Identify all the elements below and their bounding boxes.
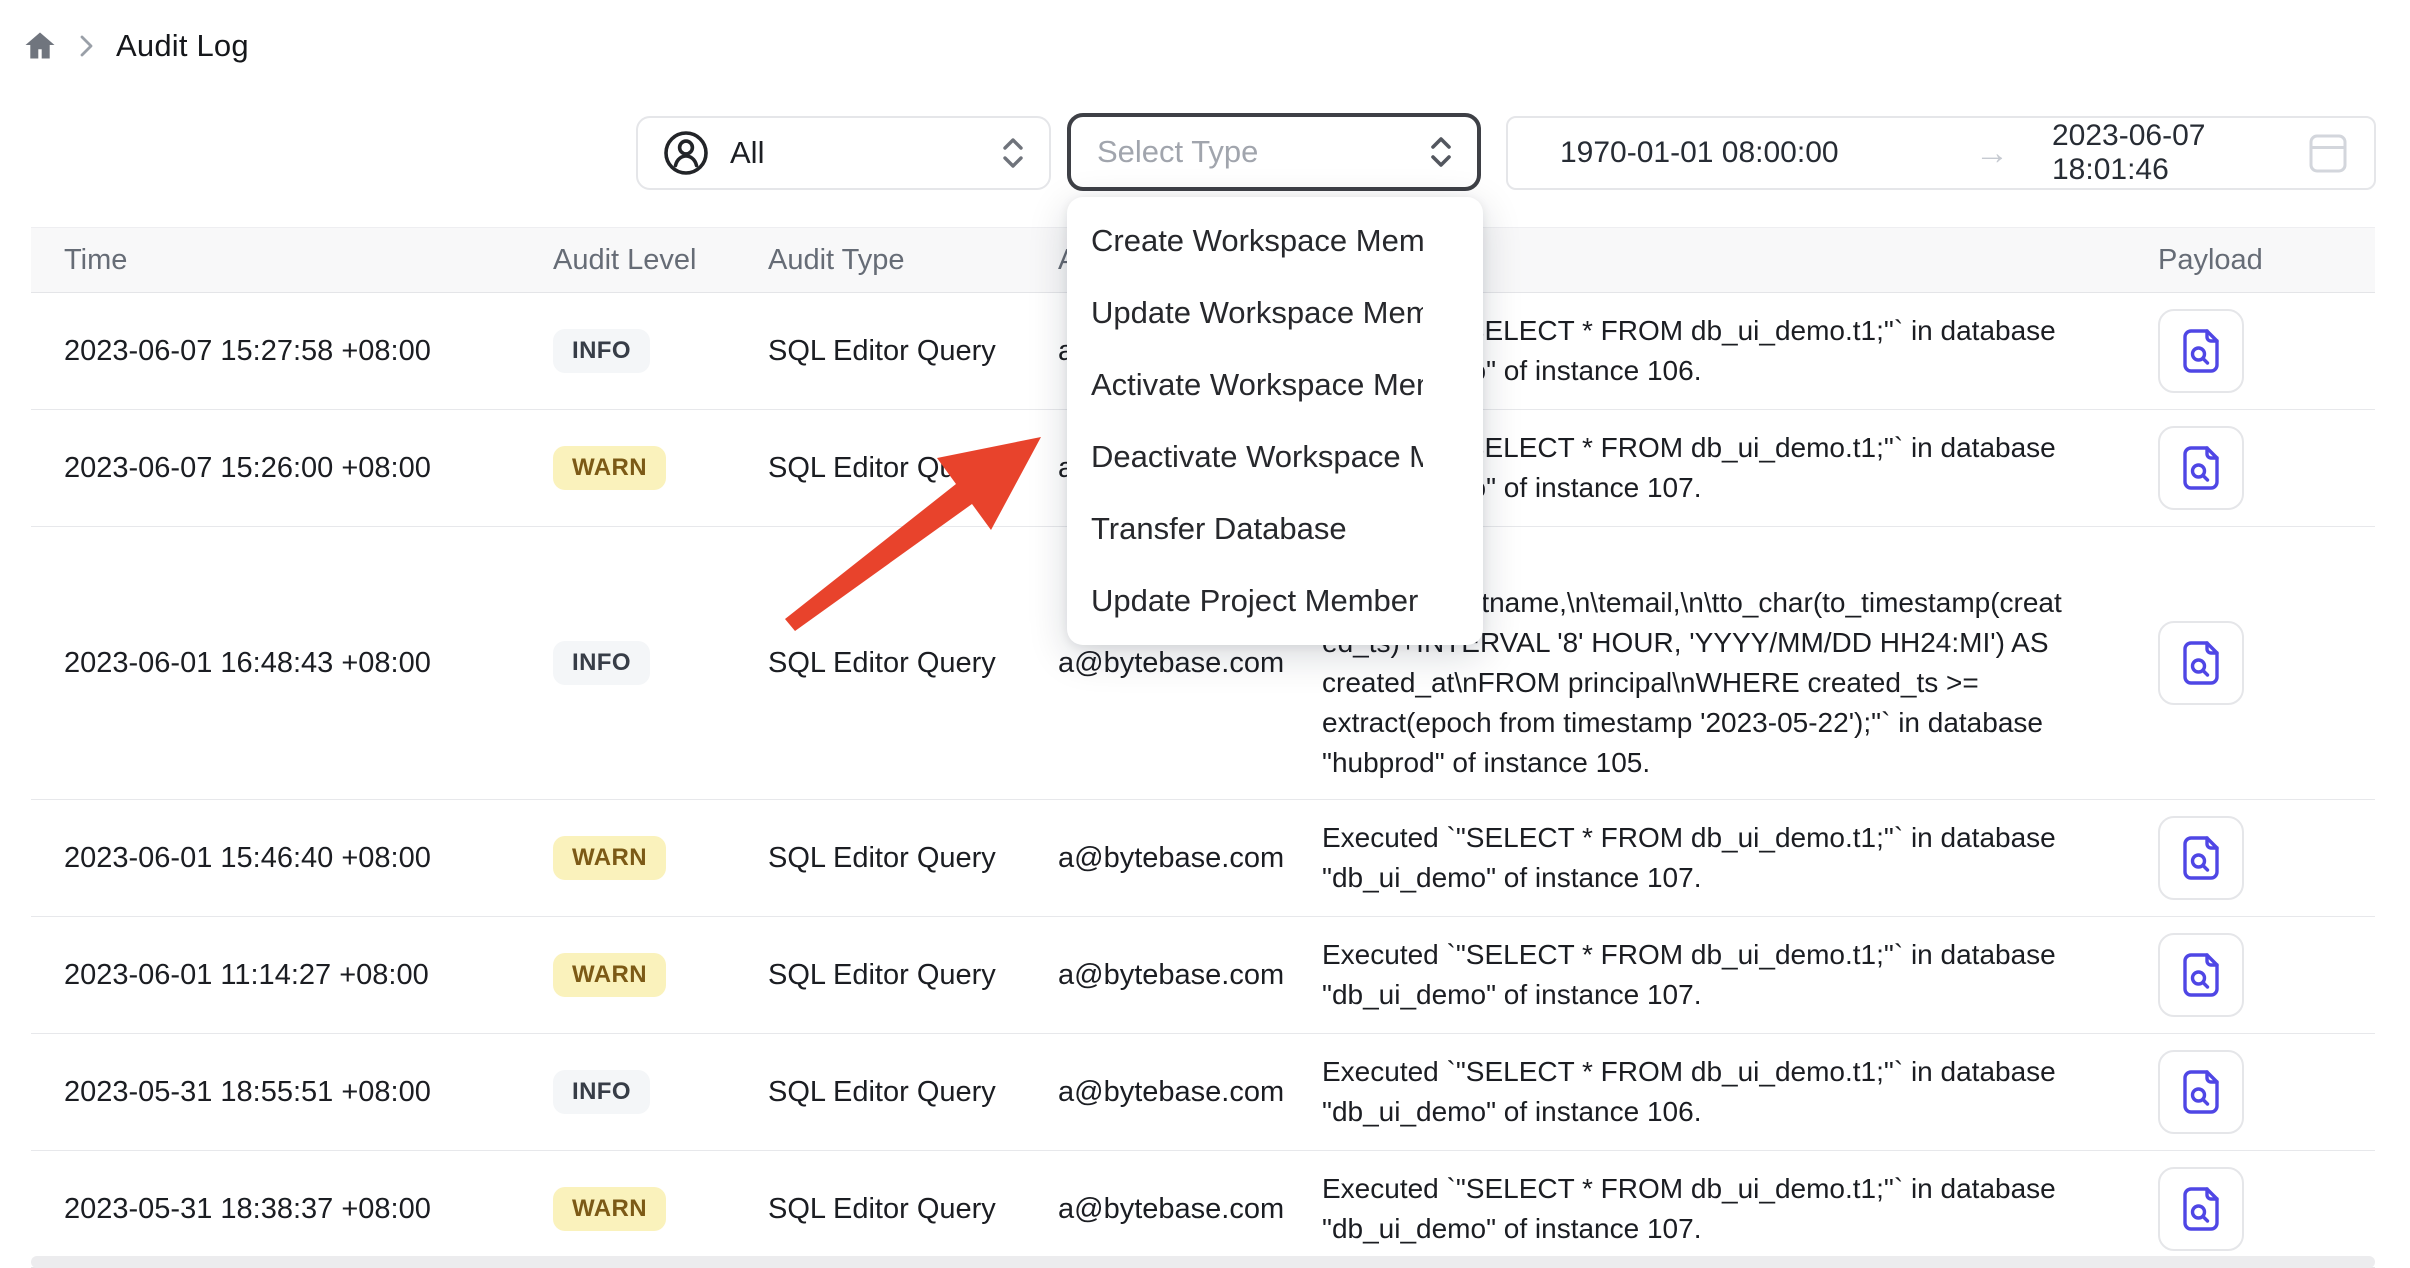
view-payload-button[interactable] xyxy=(2158,816,2244,900)
file-search-icon xyxy=(2178,1067,2224,1117)
breadcrumb-chevron-icon xyxy=(80,34,94,58)
cell-audit-level: INFO xyxy=(553,641,768,685)
cell-time: 2023-06-07 15:27:58 +08:00 xyxy=(64,335,553,368)
view-payload-button[interactable] xyxy=(2158,426,2244,510)
cell-audit-type: SQL Editor Query xyxy=(768,452,1058,485)
cell-audit-type: SQL Editor Query xyxy=(768,1193,1058,1226)
cell-audit-level: INFO xyxy=(553,329,768,373)
cell-actor: a@bytebase.com xyxy=(1058,1076,1322,1109)
user-circle-icon xyxy=(662,129,710,177)
audit-level-badge: WARN xyxy=(553,446,666,490)
cell-payload xyxy=(2158,621,2375,705)
chevron-up-down-icon xyxy=(1001,135,1025,171)
cell-actor: a@bytebase.com xyxy=(1058,1193,1322,1226)
cell-audit-level: WARN xyxy=(553,836,768,880)
table-row: 2023-06-01 11:14:27 +08:00 WARN SQL Edit… xyxy=(31,917,2375,1034)
cell-time: 2023-05-31 18:38:37 +08:00 xyxy=(64,1193,553,1226)
file-search-icon xyxy=(2178,833,2224,883)
cell-comment: Executed `"SELECT * FROM db_ui_demo.t1;"… xyxy=(1322,935,2158,1015)
cell-payload xyxy=(2158,1050,2375,1134)
menu-item-activate-workspace-mem[interactable]: Activate Workspace Mem xyxy=(1067,349,1483,421)
audit-level-badge: INFO xyxy=(553,1070,650,1114)
cell-audit-level: WARN xyxy=(553,1187,768,1231)
cell-comment: Executed `"SELECT * FROM db_ui_demo.t1;"… xyxy=(1322,818,2158,898)
cell-audit-type: SQL Editor Query xyxy=(768,842,1058,875)
cell-comment: Executed `"SELECT * FROM db_ui_demo.t1;"… xyxy=(1322,1052,2158,1132)
cell-payload xyxy=(2158,309,2375,393)
cell-actor: a@bytebase.com xyxy=(1058,842,1322,875)
cell-payload xyxy=(2158,426,2375,510)
cell-actor: a@bytebase.com xyxy=(1058,647,1322,680)
cell-time: 2023-05-31 18:55:51 +08:00 xyxy=(64,1076,553,1109)
audit-type-placeholder: Select Type xyxy=(1097,134,1258,170)
view-payload-button[interactable] xyxy=(2158,1050,2244,1134)
cell-audit-level: WARN xyxy=(553,446,768,490)
date-range-picker[interactable]: 1970-01-01 08:00:00 → 2023-06-07 18:01:4… xyxy=(1506,116,2376,190)
audit-level-badge: WARN xyxy=(553,836,666,880)
actor-filter-select[interactable]: All xyxy=(636,116,1051,190)
cell-payload xyxy=(2158,816,2375,900)
menu-item-update-project-member-i[interactable]: Update Project Member I xyxy=(1067,565,1483,637)
cell-audit-type: SQL Editor Query xyxy=(768,959,1058,992)
chevron-up-down-icon xyxy=(1429,134,1453,170)
menu-item-deactivate-workspace-m[interactable]: Deactivate Workspace M xyxy=(1067,421,1483,493)
calendar-icon xyxy=(2308,131,2348,175)
horizontal-scrollbar[interactable] xyxy=(31,1256,2375,1268)
view-payload-button[interactable] xyxy=(2158,933,2244,1017)
cell-audit-type: SQL Editor Query xyxy=(768,335,1058,368)
date-range-arrow-icon: → xyxy=(1932,134,2052,173)
menu-item-transfer-database[interactable]: Transfer Database xyxy=(1067,493,1483,565)
file-search-icon xyxy=(2178,326,2224,376)
home-icon[interactable] xyxy=(22,28,58,64)
menu-item-update-workspace-memb[interactable]: Update Workspace Memb xyxy=(1067,277,1483,349)
column-header-time: Time xyxy=(64,244,553,277)
audit-type-dropdown-menu: Create Workspace MembUpdate Workspace Me… xyxy=(1067,197,1483,645)
audit-level-badge: WARN xyxy=(553,953,666,997)
cell-time: 2023-06-07 15:26:00 +08:00 xyxy=(64,452,553,485)
view-payload-button[interactable] xyxy=(2158,621,2244,705)
cell-payload xyxy=(2158,933,2375,1017)
table-row: 2023-06-01 15:46:40 +08:00 WARN SQL Edit… xyxy=(31,800,2375,917)
actor-filter-value: All xyxy=(730,135,764,171)
date-range-end[interactable]: 2023-06-07 18:01:46 xyxy=(2052,119,2308,187)
cell-actor: a@bytebase.com xyxy=(1058,959,1322,992)
cell-audit-level: INFO xyxy=(553,1070,768,1114)
column-header-payload: Payload xyxy=(2158,244,2375,277)
audit-level-badge: WARN xyxy=(553,1187,666,1231)
cell-audit-type: SQL Editor Query xyxy=(768,647,1058,680)
column-header-audit-level: Audit Level xyxy=(553,244,768,277)
menu-item-create-workspace-memb[interactable]: Create Workspace Memb xyxy=(1067,205,1483,277)
column-header-audit-type: Audit Type xyxy=(768,244,1058,277)
cell-audit-type: SQL Editor Query xyxy=(768,1076,1058,1109)
page-title: Audit Log xyxy=(116,28,249,64)
cell-comment: Executed `"SELECT * FROM db_ui_demo.t1;"… xyxy=(1322,1169,2158,1249)
audit-level-badge: INFO xyxy=(553,329,650,373)
file-search-icon xyxy=(2178,950,2224,1000)
view-payload-button[interactable] xyxy=(2158,309,2244,393)
table-row: 2023-05-31 18:55:51 +08:00 INFO SQL Edit… xyxy=(31,1034,2375,1151)
date-range-start[interactable]: 1970-01-01 08:00:00 xyxy=(1560,136,1932,170)
cell-payload xyxy=(2158,1167,2375,1251)
file-search-icon xyxy=(2178,638,2224,688)
view-payload-button[interactable] xyxy=(2158,1167,2244,1251)
cell-time: 2023-06-01 16:48:43 +08:00 xyxy=(64,647,553,680)
cell-audit-level: WARN xyxy=(553,953,768,997)
audit-type-filter-select[interactable]: Select Type xyxy=(1067,113,1481,191)
file-search-icon xyxy=(2178,443,2224,493)
cell-time: 2023-06-01 15:46:40 +08:00 xyxy=(64,842,553,875)
audit-level-badge: INFO xyxy=(553,641,650,685)
table-row: 2023-05-31 18:38:37 +08:00 WARN SQL Edit… xyxy=(31,1151,2375,1268)
cell-time: 2023-06-01 11:14:27 +08:00 xyxy=(64,959,553,992)
breadcrumb: Audit Log xyxy=(22,22,249,70)
file-search-icon xyxy=(2178,1184,2224,1234)
